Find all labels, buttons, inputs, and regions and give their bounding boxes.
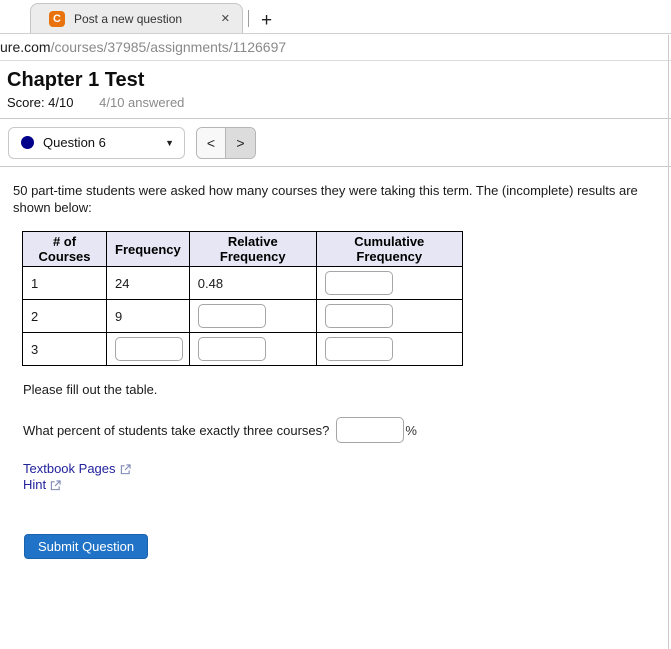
external-link-icon — [120, 463, 131, 474]
url-host: ure.com — [0, 39, 51, 55]
tab-separator — [248, 10, 249, 27]
cell-cumulative-3 — [315, 332, 463, 366]
relative-frequency-input-row2[interactable] — [197, 304, 266, 328]
cell-relative-2 — [188, 299, 317, 333]
score-row: Score: 4/10 4/10 answered — [7, 95, 671, 110]
question-selector-dropdown[interactable]: Question 6 ▼ — [8, 126, 185, 159]
tab-title: Post a new question — [74, 11, 183, 26]
header-frequency: Frequency — [106, 231, 190, 267]
score-label: Score: 4/10 — [7, 95, 74, 110]
frequency-table: # of Courses Frequency Relative Frequenc… — [22, 231, 463, 366]
new-tab-button[interactable]: + — [255, 11, 278, 30]
hint-link[interactable]: Hint — [23, 477, 61, 493]
cell-courses-3: 3 — [22, 332, 107, 366]
header-relative-frequency: Relative Frequency — [188, 231, 317, 267]
percent-input[interactable] — [336, 417, 405, 443]
percent-question-text: What percent of students take exactly th… — [23, 422, 330, 438]
external-link-icon — [50, 479, 61, 490]
question-selector-value: Question 6 — [43, 135, 106, 150]
table-row: 1 24 0.48 — [22, 266, 463, 300]
answered-label: 4/10 answered — [99, 95, 185, 110]
page-header: Chapter 1 Test Score: 4/10 4/10 answered — [0, 61, 671, 119]
cumulative-frequency-input-row1[interactable] — [324, 271, 393, 295]
cell-cumulative-1 — [315, 266, 463, 300]
cell-frequency-2: 9 — [106, 299, 190, 333]
cell-frequency-3 — [106, 332, 190, 366]
percent-question-row: What percent of students take exactly th… — [23, 417, 651, 443]
relative-frequency-input-row3[interactable] — [197, 337, 266, 361]
answered-dot-icon — [21, 136, 34, 149]
hint-link-label: Hint — [23, 477, 47, 492]
question-controls: Question 6 ▼ < > — [0, 119, 671, 167]
cell-cumulative-2 — [315, 299, 463, 333]
cell-frequency-1: 24 — [106, 266, 190, 300]
cumulative-frequency-input-row3[interactable] — [324, 337, 393, 361]
fill-table-instruction: Please fill out the table. — [23, 382, 158, 397]
url-bar[interactable]: ure.com/courses/37985/assignments/112669… — [0, 34, 671, 61]
question-body: 50 part-time students were asked how man… — [0, 167, 671, 559]
cell-relative-1: 0.48 — [188, 266, 317, 300]
table-header-row: # of Courses Frequency Relative Frequenc… — [22, 231, 463, 267]
submit-question-button[interactable]: Submit Question — [24, 534, 149, 559]
frequency-input-row3[interactable] — [115, 337, 183, 361]
url-path: /courses/37985/assignments/1126697 — [50, 39, 287, 55]
browser-tab[interactable]: C Post a new question ✕ — [30, 3, 243, 33]
question-prompt: 50 part-time students were asked how man… — [13, 183, 638, 215]
textbook-pages-link-label: Textbook Pages — [23, 461, 116, 476]
next-question-button[interactable]: > — [226, 127, 255, 158]
percent-suffix: % — [405, 422, 417, 438]
header-cumulative-frequency: Cumulative Frequency — [315, 231, 463, 267]
previous-question-button[interactable]: < — [197, 127, 226, 158]
cell-relative-3 — [188, 332, 317, 366]
resource-links: Textbook Pages Hint — [23, 461, 651, 493]
browser-tab-bar: C Post a new question ✕ + — [0, 0, 671, 34]
textbook-pages-link[interactable]: Textbook Pages — [23, 461, 131, 477]
page-title: Chapter 1 Test — [7, 69, 145, 91]
site-favicon-icon: C — [49, 10, 65, 27]
chevron-down-icon: ▼ — [165, 137, 174, 148]
cell-courses-1: 1 — [22, 266, 107, 300]
question-pager: < > — [196, 126, 256, 159]
cumulative-frequency-input-row2[interactable] — [324, 304, 393, 328]
window-right-border — [668, 35, 669, 649]
table-row: 2 9 — [22, 299, 463, 333]
table-row: 3 — [22, 332, 463, 366]
cell-courses-2: 2 — [22, 299, 107, 333]
tab-close-icon[interactable]: ✕ — [217, 10, 234, 27]
header-courses: # of Courses — [22, 231, 107, 267]
